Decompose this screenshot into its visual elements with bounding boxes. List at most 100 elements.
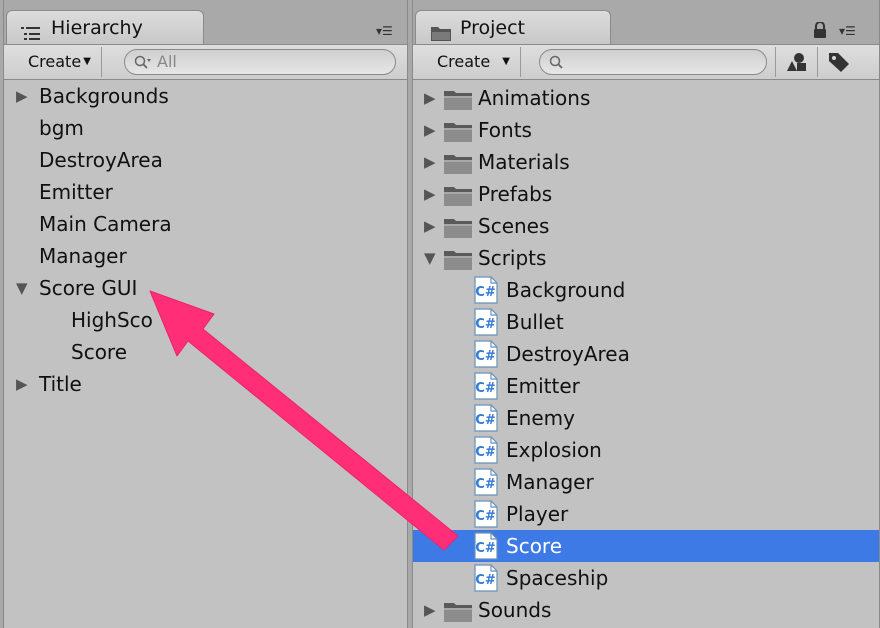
project-folder-item[interactable]: ▶ Prefabs [413,178,879,210]
hierarchy-item[interactable]: ▶ Title [4,368,407,400]
filter-by-label-button[interactable] [817,47,857,77]
svg-text:C#: C# [475,285,496,300]
project-script-item[interactable]: C# Bullet [413,306,879,338]
hierarchy-item-label: Score GUI [39,276,138,300]
expand-arrow-right-icon[interactable]: ▶ [16,368,36,400]
hierarchy-item-label: Manager [39,244,127,268]
project-script-item[interactable]: C# Spaceship [413,562,879,594]
expand-arrow-down-icon[interactable]: ▼ [424,242,444,274]
expand-arrow-down-icon[interactable]: ▼ [16,272,36,304]
project-folder-item[interactable]: ▶ Materials [413,146,879,178]
hierarchy-item[interactable]: Main Camera [4,208,407,240]
project-folder-label: Scripts [478,246,547,270]
expand-arrow-right-icon[interactable]: ▶ [424,178,444,210]
project-folder-item[interactable]: ▶ Sounds [413,594,879,626]
project-panel: Project ▾☰ Create ▼ ▶ Animations ▶ Fonts… [412,0,880,628]
project-script-label: Enemy [506,406,575,430]
project-folder-label: Scenes [478,214,550,238]
panel-menu-icon[interactable]: ▾☰ [839,24,856,38]
project-folder-label: Prefabs [478,182,553,206]
project-script-item[interactable]: C# Player [413,498,879,530]
hierarchy-item[interactable]: Score [4,336,407,368]
hierarchy-create-button[interactable]: Create ▼ [16,47,102,77]
svg-text:C#: C# [475,477,496,492]
create-label: Create [28,52,82,71]
svg-text:C#: C# [475,349,496,364]
dropdown-caret-icon: ▼ [502,56,510,67]
hierarchy-item-label: bgm [39,116,84,140]
hierarchy-item[interactable]: DestroyArea [4,144,407,176]
create-label: Create [437,52,491,71]
hierarchy-item[interactable]: HighSco [4,304,407,336]
project-tabbar: Project ▾☰ [413,0,879,44]
svg-text:C#: C# [475,381,496,396]
svg-text:C#: C# [475,509,496,524]
project-script-label: Spaceship [506,566,609,590]
svg-text:C#: C# [475,413,496,428]
expand-arrow-right-icon[interactable]: ▶ [424,210,444,242]
project-folder-label: Fonts [478,118,532,142]
hierarchy-item-label: Backgrounds [39,84,169,108]
project-script-label: Manager [506,470,594,494]
tab-hierarchy-label: Hierarchy [51,17,143,39]
search-icon [549,54,565,78]
hierarchy-item-label: Score [71,340,128,364]
expand-arrow-right-icon[interactable]: ▶ [424,146,444,178]
hierarchy-tabbar: Hierarchy ▾☰ [4,0,407,44]
project-script-label: DestroyArea [506,342,630,366]
project-script-label: Player [506,502,569,526]
hierarchy-panel: Hierarchy ▾☰ Create ▼ All ▶ Backgrounds bg… [3,0,408,628]
hierarchy-item[interactable]: Manager [4,240,407,272]
project-script-label: Score [506,534,563,558]
project-script-item[interactable]: C# Enemy [413,402,879,434]
svg-text:C#: C# [475,541,496,556]
hierarchy-item[interactable]: bgm [4,112,407,144]
svg-text:C#: C# [475,445,496,460]
hierarchy-item[interactable]: ▶ Backgrounds [4,80,407,112]
project-script-item[interactable]: C# Background [413,274,879,306]
project-folder-item[interactable]: ▶ Scenes [413,210,879,242]
svg-text:C#: C# [475,317,496,332]
hierarchy-item-label: Main Camera [39,212,172,236]
hierarchy-item-label: Title [39,372,82,396]
filter-by-type-button[interactable] [775,47,815,77]
project-script-label: Emitter [506,374,580,398]
project-folder-label: Sounds [478,598,552,622]
tab-project[interactable]: Project [415,10,611,44]
search-placeholder: All [157,52,177,71]
project-script-item[interactable]: C# Manager [413,466,879,498]
expand-arrow-right-icon[interactable]: ▶ [424,82,444,114]
folder-icon [443,600,473,628]
lock-icon[interactable] [813,21,827,42]
expand-arrow-right-icon[interactable]: ▶ [424,594,444,626]
hierarchy-search-field[interactable]: All [124,49,396,75]
hierarchy-item[interactable]: ▼ Score GUI [4,272,407,304]
search-icon [134,54,152,78]
dropdown-caret-icon: ▼ [83,56,91,67]
expand-arrow-right-icon[interactable]: ▶ [424,114,444,146]
project-script-label: Bullet [506,310,564,334]
expand-arrow-right-icon[interactable]: ▶ [16,80,36,112]
project-script-label: Background [506,278,626,302]
project-folder-label: Animations [478,86,591,110]
project-script-item[interactable]: C# Emitter [413,370,879,402]
hierarchy-toolbar: Create ▼ All [4,44,407,80]
project-folder-item[interactable]: ▶ Animations [413,82,879,114]
hierarchy-item-label: DestroyArea [39,148,163,172]
project-script-item[interactable]: C# DestroyArea [413,338,879,370]
project-script-label: Explosion [506,438,602,462]
project-folder-label: Materials [478,150,570,174]
project-toolbar: Create ▼ [413,44,879,80]
project-folder-item[interactable]: ▼ Scripts [413,242,879,274]
svg-text:C#: C# [475,573,496,588]
hierarchy-item[interactable]: Emitter [4,176,407,208]
project-folder-item[interactable]: ▶ Fonts [413,114,879,146]
project-script-item[interactable]: C# Score [413,530,879,562]
hierarchy-item-label: HighSco [71,308,153,332]
tab-hierarchy[interactable]: Hierarchy [6,10,204,44]
project-script-item[interactable]: C# Explosion [413,434,879,466]
project-search-field[interactable] [539,49,767,75]
panel-menu-icon[interactable]: ▾☰ [376,24,393,38]
tab-project-label: Project [460,17,526,39]
project-create-button[interactable]: Create ▼ [425,47,521,77]
